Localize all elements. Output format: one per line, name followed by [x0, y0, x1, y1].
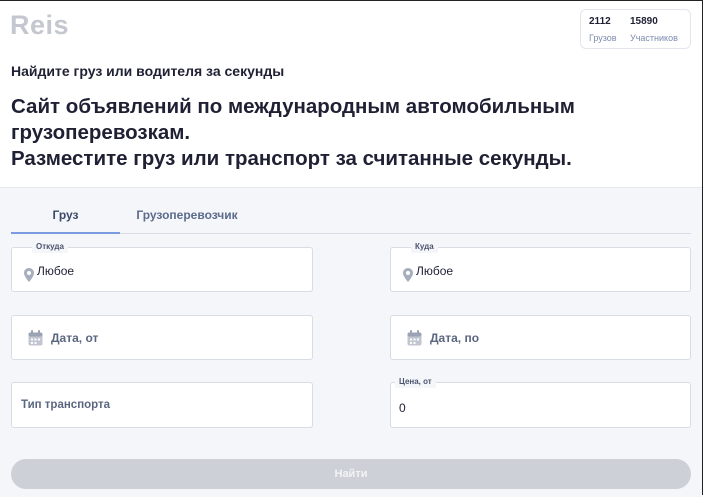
stat-members-value: 15890: [630, 16, 658, 27]
from-field[interactable]: Откуда Любое: [11, 241, 313, 292]
map-pin-icon: [24, 268, 34, 282]
price-from-input[interactable]: Цена, от 0: [390, 376, 691, 428]
date-to-placeholder: Дата, по: [430, 331, 480, 345]
stat-cargo: 2112 Грузов: [589, 16, 617, 43]
tab-carrier-label: Грузоперевозчик: [136, 208, 238, 222]
tab-carrier[interactable]: Грузоперевозчик: [125, 206, 249, 233]
stat-cargo-value: 2112: [589, 16, 611, 27]
tab-bar: Груз Грузоперевозчик: [11, 206, 691, 234]
stats-card: 2112 Грузов 15890 Участников: [580, 9, 691, 49]
stat-members: 15890 Участников: [630, 16, 678, 43]
date-to-field[interactable]: Дата, по: [390, 315, 691, 360]
calendar-icon: [28, 330, 43, 346]
to-label: Куда: [411, 241, 438, 253]
date-from-placeholder: Дата, от: [51, 331, 99, 345]
map-pin-icon: [403, 268, 413, 282]
hero-subtitle: Найдите груз или водителя за секунды: [11, 63, 285, 79]
price-from-value: 0: [399, 401, 406, 415]
transport-type-placeholder: Тип транспорта: [21, 399, 111, 411]
stat-cargo-label: Грузов: [589, 33, 617, 43]
tab-cargo[interactable]: Груз: [11, 206, 120, 234]
hero-headline: Сайт объявлений по международным автомоб…: [11, 94, 691, 172]
to-value: Любое: [416, 264, 454, 278]
headline-line-3: Разместите груз или транспорт за считанн…: [11, 147, 572, 170]
to-field[interactable]: Куда Любое: [390, 241, 691, 292]
stat-members-label: Участников: [630, 33, 678, 43]
calendar-icon: [407, 330, 422, 346]
price-from-label: Цена, от: [395, 376, 436, 388]
headline-line-1: Сайт объявлений по международным автомоб…: [11, 95, 575, 118]
transport-type-select[interactable]: Тип транспорта: [11, 382, 313, 428]
logo[interactable]: Reis: [10, 10, 69, 41]
date-from-field[interactable]: Дата, от: [11, 315, 313, 360]
headline-line-2: грузоперевозкам.: [11, 121, 191, 144]
tab-cargo-label: Груз: [52, 208, 79, 222]
from-label: Откуда: [32, 241, 68, 253]
search-button[interactable]: Найти: [11, 459, 691, 489]
from-value: Любое: [37, 264, 75, 278]
